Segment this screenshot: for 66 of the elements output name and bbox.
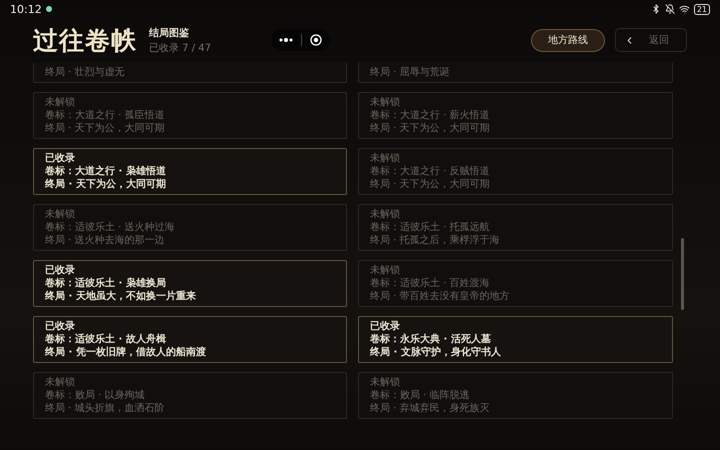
back-button[interactable]: 返回 — [615, 28, 687, 52]
status-label: 已收录 — [45, 320, 76, 333]
ending-card[interactable]: 未解锁 卷标：败局 · 临阵脱逃 终局 · 弃城弃民，身死族灭 — [358, 372, 673, 419]
status-label: 未解锁 — [45, 376, 76, 389]
bluetooth-icon — [650, 4, 661, 14]
status-label: 未解锁 — [370, 208, 401, 221]
volume-label: 卷标：适彼乐土 · 送火种过海 — [45, 221, 176, 234]
status-label: 未解锁 — [45, 208, 76, 221]
more-icon[interactable] — [279, 38, 293, 42]
ending-card[interactable]: 已收录 卷标：永乐大典 · 活死人墓 终局 · 文脉守护，身化守书人 — [358, 316, 673, 363]
battery-icon: 21 — [694, 4, 710, 14]
ending-label: 终局 · 托孤之后，乘桴浮于海 — [370, 234, 501, 247]
ending-label: 终局 · 天下为公，大同可期 — [370, 122, 491, 135]
status-label: 未解锁 — [370, 376, 401, 389]
clock-time: 10:12 — [10, 2, 42, 16]
ending-label: 终局 · 城头折旗，血洒石阶 — [45, 402, 166, 415]
volume-label: 卷标：适彼乐土 · 枭雄换局 — [45, 277, 167, 290]
ending-card[interactable]: 已收录 卷标：适彼乐土 · 枭雄换局 终局 · 天地虽大，不如换一片重来 — [33, 260, 347, 307]
wifi-icon — [678, 4, 690, 14]
ending-label: 终局 · 壮烈与虚无 — [45, 66, 126, 79]
capsule-menu[interactable] — [271, 29, 330, 51]
ending-card[interactable]: 未解锁 卷标：败局 · 以身殉城 终局 · 城头折旗，血洒石阶 — [33, 372, 347, 419]
status-label: 未解锁 — [370, 152, 401, 165]
ending-label: 终局 · 天下为公，大同可期 — [45, 122, 166, 135]
ending-card[interactable]: 未解锁 卷标：适彼乐土 · 百姓渡海 终局 · 带百姓去没有皇帝的地方 — [358, 260, 673, 307]
volume-label: 卷标：大道之行 · 薪火悟道 — [370, 109, 491, 122]
ending-label: 终局 · 屈辱与荒诞 — [370, 66, 451, 79]
ending-label: 终局 · 凭一枚旧牌，借故人的船南渡 — [45, 346, 207, 359]
volume-label: 卷标：永乐大典 · 活死人墓 — [370, 333, 492, 346]
status-label: 已收录 — [45, 264, 76, 277]
ending-label: 终局 · 弃城弃民，身死族灭 — [370, 402, 491, 415]
status-label: 已收录 — [45, 152, 76, 165]
ending-card[interactable]: 未解锁 卷标：适彼乐土 · 托孤远航 终局 · 托孤之后，乘桴浮于海 — [358, 204, 673, 251]
ending-card[interactable]: 终局 · 壮烈与虚无 — [33, 62, 347, 83]
ending-card[interactable]: 终局 · 屈辱与荒诞 — [358, 62, 673, 83]
status-label: 未解锁 — [370, 96, 401, 109]
ending-card[interactable]: 已收录 卷标：适彼乐土 · 故人舟楫 终局 · 凭一枚旧牌，借故人的船南渡 — [33, 316, 347, 363]
scrollbar-thumb[interactable] — [681, 238, 684, 310]
status-label: 已收录 — [370, 320, 401, 333]
volume-label: 卷标：适彼乐土 · 百姓渡海 — [370, 277, 491, 290]
volume-label: 卷标：败局 · 临阵脱逃 — [370, 389, 471, 402]
page-title: 过往卷帙 — [33, 24, 137, 56]
ending-card[interactable]: 未解锁 卷标：大道之行 · 孤臣悟道 终局 · 天下为公，大同可期 — [33, 92, 347, 139]
notification-dot — [46, 6, 52, 12]
progress-count: 已收录 7 / 47 — [149, 42, 211, 54]
mute-icon — [664, 4, 675, 14]
ending-label: 终局 · 天下为公，大同可期 — [45, 178, 167, 191]
volume-label: 卷标：大道之行 · 反贼悟道 — [370, 165, 491, 178]
volume-label: 卷标：适彼乐土 · 托孤远航 — [370, 221, 491, 234]
volume-label: 卷标：适彼乐土 · 故人舟楫 — [45, 333, 167, 346]
volume-label: 卷标：败局 · 以身殉城 — [45, 389, 146, 402]
status-label: 未解锁 — [370, 264, 401, 277]
ending-card[interactable]: 已收录 卷标：大道之行 · 枭雄悟道 终局 · 天下为公，大同可期 — [33, 148, 347, 195]
ending-label: 终局 · 送火种去海的那一边 — [45, 234, 166, 247]
ending-label: 终局 · 天地虽大，不如换一片重来 — [45, 290, 197, 303]
ending-card[interactable]: 未解锁 卷标：大道之行 · 反贼悟道 终局 · 天下为公，大同可期 — [358, 148, 673, 195]
page-subtitle: 结局图鉴 — [149, 26, 190, 40]
volume-label: 卷标：大道之行 · 孤臣悟道 — [45, 109, 166, 122]
route-button[interactable]: 地方路线 — [531, 28, 605, 52]
status-label: 未解锁 — [45, 96, 76, 109]
ending-card[interactable]: 未解锁 卷标：大道之行 · 薪火悟道 终局 · 天下为公，大同可期 — [358, 92, 673, 139]
ending-label: 终局 · 天下为公，大同可期 — [370, 178, 491, 191]
ending-card[interactable]: 未解锁 卷标：适彼乐土 · 送火种过海 终局 · 送火种去海的那一边 — [33, 204, 347, 251]
volume-label: 卷标：大道之行 · 枭雄悟道 — [45, 165, 167, 178]
ending-label: 终局 · 文脉守护，身化守书人 — [370, 346, 502, 359]
ending-label: 终局 · 带百姓去没有皇帝的地方 — [370, 290, 511, 303]
